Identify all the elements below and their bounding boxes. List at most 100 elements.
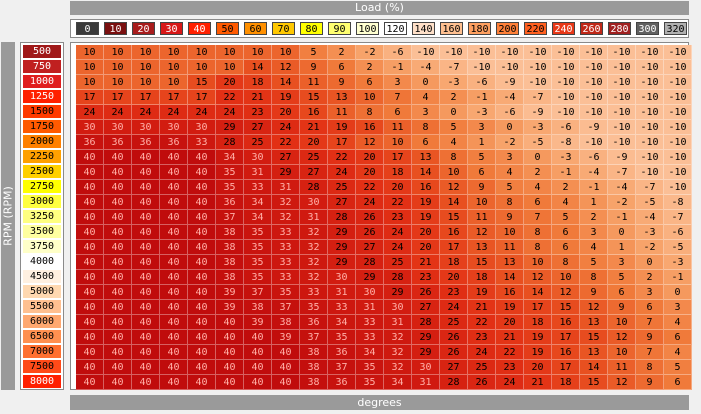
table-cell[interactable]: 8 bbox=[636, 360, 664, 375]
table-cell[interactable]: 7 bbox=[636, 345, 664, 360]
table-cell[interactable]: 40 bbox=[132, 360, 160, 375]
table-cell[interactable]: 36 bbox=[216, 195, 244, 210]
table-cell[interactable]: 10 bbox=[132, 60, 160, 75]
table-cell[interactable]: 5 bbox=[552, 210, 580, 225]
table-cell[interactable]: 40 bbox=[132, 345, 160, 360]
rpm-header-cell[interactable]: 5000 bbox=[23, 285, 61, 298]
table-cell[interactable]: 40 bbox=[188, 255, 216, 270]
table-cell[interactable]: 40 bbox=[132, 270, 160, 285]
table-cell[interactable]: 16 bbox=[552, 315, 580, 330]
table-cell[interactable]: 0 bbox=[636, 255, 664, 270]
rpm-header-cell[interactable]: 1750 bbox=[23, 120, 61, 133]
table-cell[interactable]: 40 bbox=[188, 270, 216, 285]
table-cell[interactable]: 31 bbox=[244, 165, 272, 180]
load-header-cell[interactable]: 90 bbox=[328, 22, 351, 35]
table-cell[interactable]: 2 bbox=[524, 165, 552, 180]
table-cell[interactable]: -8 bbox=[664, 195, 692, 210]
table-cell[interactable]: 35 bbox=[272, 285, 300, 300]
table-cell[interactable]: 1 bbox=[468, 135, 496, 150]
table-cell[interactable]: 10 bbox=[132, 75, 160, 90]
table-cell[interactable]: 18 bbox=[552, 375, 580, 390]
table-cell[interactable]: 25 bbox=[300, 150, 328, 165]
table-cell[interactable]: -10 bbox=[608, 135, 636, 150]
table-cell[interactable]: 10 bbox=[76, 75, 104, 90]
table-cell[interactable]: -10 bbox=[608, 90, 636, 105]
table-cell[interactable]: 6 bbox=[608, 285, 636, 300]
table-cell[interactable]: 40 bbox=[104, 300, 132, 315]
rpm-header-cell[interactable]: 2250 bbox=[23, 150, 61, 163]
table-cell[interactable]: 40 bbox=[188, 375, 216, 390]
table-cell[interactable]: 40 bbox=[160, 300, 188, 315]
load-header-cell[interactable]: 180 bbox=[468, 22, 491, 35]
table-cell[interactable]: 0 bbox=[608, 225, 636, 240]
table-cell[interactable]: 26 bbox=[356, 210, 384, 225]
table-cell[interactable]: 12 bbox=[440, 180, 468, 195]
table-cell[interactable]: 28 bbox=[356, 255, 384, 270]
rpm-header-cell[interactable]: 1000 bbox=[23, 75, 61, 88]
table-cell[interactable]: 10 bbox=[104, 75, 132, 90]
table-cell[interactable]: -5 bbox=[524, 135, 552, 150]
table-cell[interactable]: -7 bbox=[636, 180, 664, 195]
table-cell[interactable]: 32 bbox=[384, 345, 412, 360]
table-cell[interactable]: 40 bbox=[188, 150, 216, 165]
table-cell[interactable]: 16 bbox=[496, 285, 524, 300]
load-header-cell[interactable]: 50 bbox=[216, 22, 239, 35]
table-cell[interactable]: 38 bbox=[216, 225, 244, 240]
table-cell[interactable]: 11 bbox=[608, 360, 636, 375]
table-cell[interactable]: -4 bbox=[608, 180, 636, 195]
table-cell[interactable]: -3 bbox=[664, 255, 692, 270]
table-cell[interactable]: 4 bbox=[412, 90, 440, 105]
table-cell[interactable]: 22 bbox=[328, 150, 356, 165]
table-cell[interactable]: 34 bbox=[244, 195, 272, 210]
table-cell[interactable]: 40 bbox=[160, 240, 188, 255]
table-cell[interactable]: 38 bbox=[216, 240, 244, 255]
table-cell[interactable]: 38 bbox=[216, 270, 244, 285]
table-cell[interactable]: 28 bbox=[384, 270, 412, 285]
table-cell[interactable]: 4 bbox=[664, 315, 692, 330]
table-cell[interactable]: 10 bbox=[272, 45, 300, 60]
table-cell[interactable]: 31 bbox=[356, 300, 384, 315]
table-cell[interactable]: 25 bbox=[440, 315, 468, 330]
table-cell[interactable]: 6 bbox=[552, 225, 580, 240]
rpm-header-cell[interactable]: 2750 bbox=[23, 180, 61, 193]
table-cell[interactable]: 21 bbox=[244, 90, 272, 105]
table-cell[interactable]: 6 bbox=[552, 240, 580, 255]
table-cell[interactable]: -10 bbox=[440, 45, 468, 60]
table-cell[interactable]: 24 bbox=[496, 375, 524, 390]
table-cell[interactable]: 33 bbox=[300, 285, 328, 300]
table-cell[interactable]: 17 bbox=[524, 300, 552, 315]
table-cell[interactable]: 25 bbox=[244, 135, 272, 150]
table-cell[interactable]: 29 bbox=[328, 255, 356, 270]
table-cell[interactable]: 40 bbox=[160, 315, 188, 330]
table-cell[interactable]: 34 bbox=[384, 375, 412, 390]
table-cell[interactable]: 19 bbox=[272, 90, 300, 105]
table-cell[interactable]: 30 bbox=[76, 120, 104, 135]
table-cell[interactable]: 27 bbox=[412, 300, 440, 315]
table-cell[interactable]: 21 bbox=[496, 330, 524, 345]
table-cell[interactable]: 40 bbox=[160, 360, 188, 375]
rpm-header-cell[interactable]: 7000 bbox=[23, 345, 61, 358]
table-cell[interactable]: 8 bbox=[356, 105, 384, 120]
table-cell[interactable]: 36 bbox=[76, 135, 104, 150]
table-cell[interactable]: 40 bbox=[160, 150, 188, 165]
table-cell[interactable]: 12 bbox=[468, 225, 496, 240]
table-cell[interactable]: 8 bbox=[412, 120, 440, 135]
table-cell[interactable]: -10 bbox=[580, 45, 608, 60]
table-cell[interactable]: 4 bbox=[580, 240, 608, 255]
table-cell[interactable]: 28 bbox=[216, 135, 244, 150]
table-cell[interactable]: 15 bbox=[552, 300, 580, 315]
table-cell[interactable]: -10 bbox=[664, 60, 692, 75]
table-cell[interactable]: 16 bbox=[552, 345, 580, 360]
table-cell[interactable]: 5 bbox=[496, 180, 524, 195]
table-cell[interactable]: 40 bbox=[76, 195, 104, 210]
table-cell[interactable]: -1 bbox=[664, 270, 692, 285]
rpm-header-cell[interactable]: 8000 bbox=[23, 375, 61, 388]
table-cell[interactable]: 40 bbox=[160, 345, 188, 360]
table-cell[interactable]: 25 bbox=[328, 180, 356, 195]
table-cell[interactable]: 39 bbox=[216, 300, 244, 315]
table-cell[interactable]: -10 bbox=[412, 45, 440, 60]
table-cell[interactable]: 39 bbox=[216, 285, 244, 300]
table-cell[interactable]: 40 bbox=[160, 285, 188, 300]
table-cell[interactable]: -9 bbox=[496, 75, 524, 90]
table-cell[interactable]: 3 bbox=[412, 105, 440, 120]
